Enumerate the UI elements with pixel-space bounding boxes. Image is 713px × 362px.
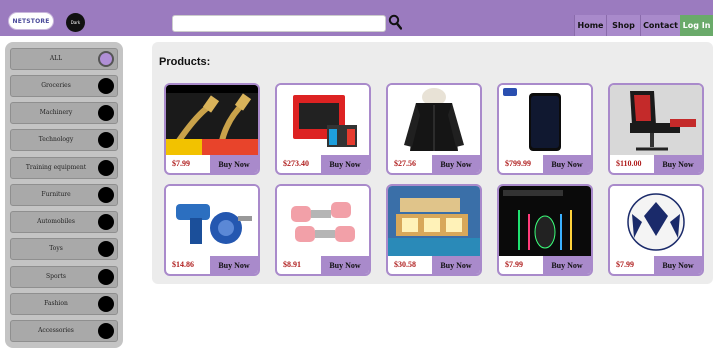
category-label: Accessories <box>38 327 74 334</box>
category-training-equipment[interactable]: Training equipment <box>10 157 118 179</box>
login-button[interactable]: Log In <box>680 15 713 36</box>
winter-jacket-image <box>388 85 480 155</box>
product-price: $7.99 <box>505 260 523 269</box>
product-price: $110.00 <box>616 159 642 168</box>
category-radio[interactable] <box>98 214 114 230</box>
category-radio[interactable] <box>98 241 114 257</box>
category-label: Machinery <box>39 109 73 116</box>
buy-now-button[interactable]: Buy Now <box>654 155 702 173</box>
category-label: Training equipment <box>25 164 87 171</box>
category-sports[interactable]: Sports <box>10 266 118 288</box>
buy-now-button[interactable]: Buy Now <box>321 256 369 274</box>
category-label: Groceries <box>41 82 71 89</box>
drill-pump-image <box>166 186 258 256</box>
product-card[interactable]: $799.99 Buy Now <box>497 83 593 175</box>
soccer-ball-image <box>610 186 702 256</box>
buy-now-button[interactable]: Buy Now <box>432 155 480 173</box>
category-furniture[interactable]: Furniture <box>10 184 118 206</box>
search-icon[interactable] <box>388 14 402 30</box>
buy-now-button[interactable]: Buy Now <box>321 155 369 173</box>
buy-now-button[interactable]: Buy Now <box>543 155 591 173</box>
search-input[interactable] <box>172 15 386 32</box>
category-radio[interactable] <box>98 51 114 67</box>
nav-home[interactable]: Home <box>574 15 606 36</box>
category-automobiles[interactable]: Automobiles <box>10 211 118 233</box>
dark-toggle-label: Dark <box>70 20 81 25</box>
category-groceries[interactable]: Groceries <box>10 75 118 97</box>
category-label: Furniture <box>41 191 71 198</box>
category-toys[interactable]: Toys <box>10 238 118 260</box>
category-all[interactable]: ALL <box>10 48 118 70</box>
category-radio[interactable] <box>98 296 114 312</box>
logo-text: NETSTORE <box>12 17 50 25</box>
product-card[interactable]: $110.00 Buy Now <box>608 83 704 175</box>
gaming-chair-image <box>610 85 702 155</box>
product-card[interactable]: $30.58 Buy Now <box>386 184 482 276</box>
gaming-mouse-image <box>499 186 591 256</box>
category-fashion[interactable]: Fashion <box>10 293 118 315</box>
product-card[interactable]: $273.40 Buy Now <box>275 83 371 175</box>
product-card[interactable]: $8.91 Buy Now <box>275 184 371 276</box>
category-label: Toys <box>49 245 63 252</box>
hdmi-cable-image <box>166 85 258 155</box>
buy-now-button[interactable]: Buy Now <box>210 155 258 173</box>
category-accessories[interactable]: Accessories <box>10 320 118 342</box>
category-machinery[interactable]: Machinery <box>10 102 118 124</box>
buy-now-button[interactable]: Buy Now <box>543 256 591 274</box>
product-price: $7.99 <box>616 260 634 269</box>
house-image <box>388 186 480 256</box>
dark-mode-toggle[interactable]: Dark <box>66 13 85 32</box>
category-label: Fashion <box>44 300 68 307</box>
smartphone-image <box>499 85 591 155</box>
buy-now-button[interactable]: Buy Now <box>654 256 702 274</box>
nav-shop[interactable]: Shop <box>606 15 640 36</box>
product-price: $7.99 <box>172 159 190 168</box>
product-price: $8.91 <box>283 260 301 269</box>
product-card[interactable]: $7.99 Buy Now <box>608 184 704 276</box>
product-price: $799.99 <box>505 159 531 168</box>
buy-now-button[interactable]: Buy Now <box>210 256 258 274</box>
product-card[interactable]: $7.99 Buy Now <box>497 184 593 276</box>
category-radio[interactable] <box>98 105 114 121</box>
category-radio[interactable] <box>98 160 114 176</box>
category-label: Sports <box>46 273 66 280</box>
category-radio[interactable] <box>98 187 114 203</box>
store-logo[interactable]: NETSTORE <box>8 12 54 30</box>
category-sidebar: ALL Groceries Machinery Technology Train… <box>5 42 123 348</box>
category-radio[interactable] <box>98 132 114 148</box>
category-technology[interactable]: Technology <box>10 129 118 151</box>
product-price: $14.86 <box>172 260 194 269</box>
buy-now-button[interactable]: Buy Now <box>432 256 480 274</box>
category-radio[interactable] <box>98 323 114 339</box>
product-card[interactable]: $7.99 Buy Now <box>164 83 260 175</box>
page-title: Products: <box>159 56 211 68</box>
product-price: $27.56 <box>394 159 416 168</box>
category-label: Automobiles <box>37 218 75 225</box>
game-console-image <box>277 85 369 155</box>
product-card[interactable]: $27.56 Buy Now <box>386 83 482 175</box>
dumbbells-image <box>277 186 369 256</box>
product-price: $30.58 <box>394 260 416 269</box>
product-card[interactable]: $14.86 Buy Now <box>164 184 260 276</box>
category-radio[interactable] <box>98 78 114 94</box>
category-label: Technology <box>38 136 74 143</box>
category-label: ALL <box>49 55 63 62</box>
product-price: $273.40 <box>283 159 309 168</box>
category-radio[interactable] <box>98 269 114 285</box>
nav-contact[interactable]: Contact <box>640 15 680 36</box>
